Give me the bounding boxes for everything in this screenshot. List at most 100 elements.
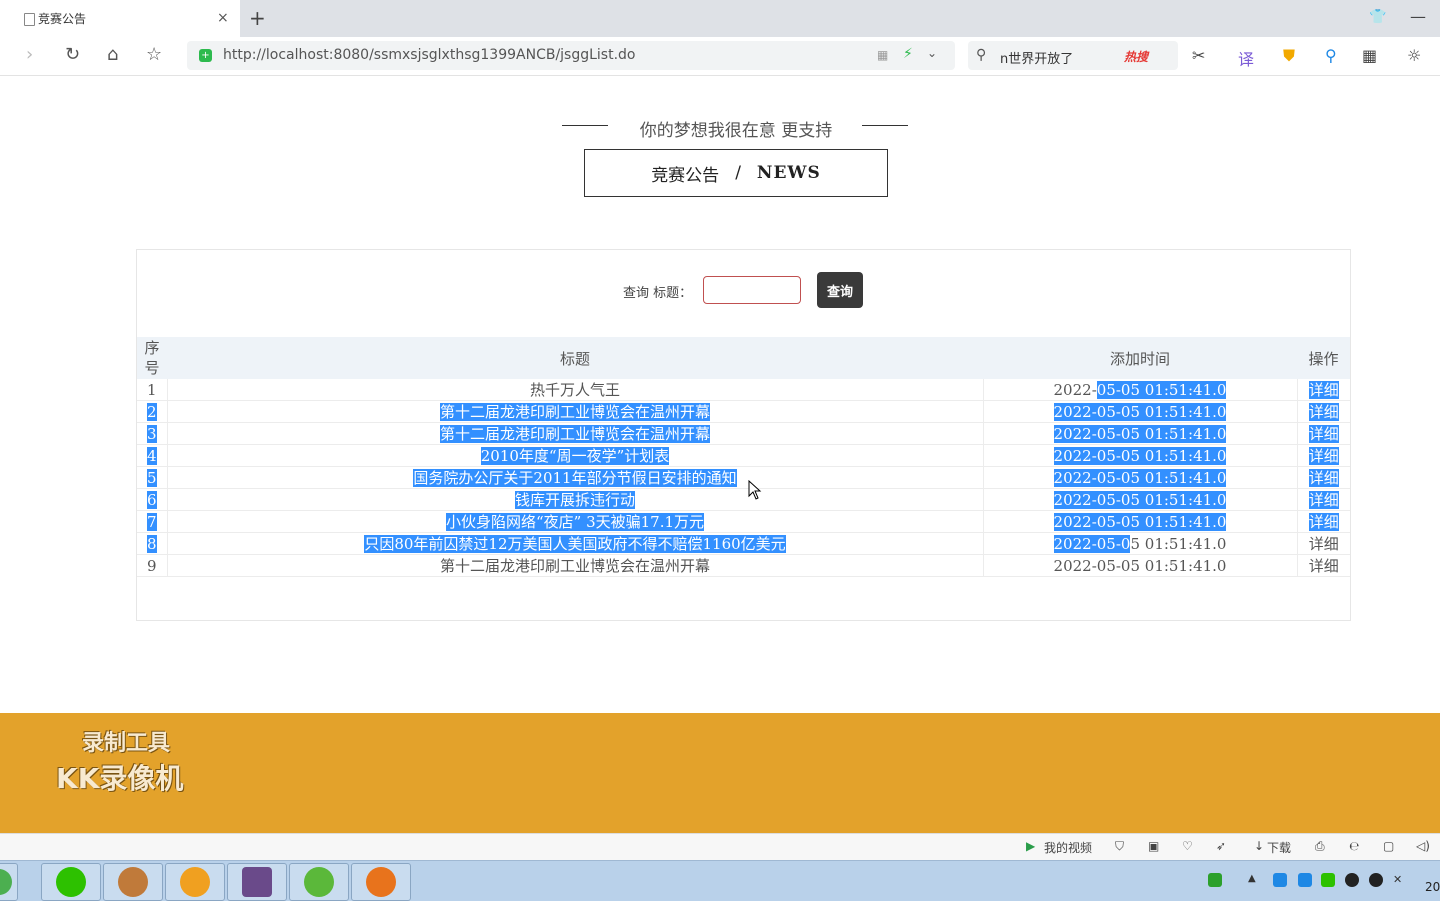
hot-search-badge[interactable]: 热搜 bbox=[1124, 48, 1148, 65]
wechat-icon bbox=[56, 867, 86, 897]
scissors-icon[interactable]: ✂ bbox=[1192, 46, 1205, 65]
row-op[interactable]: 详细 bbox=[1297, 444, 1350, 467]
row-op[interactable]: 详细 bbox=[1297, 466, 1350, 489]
download-link[interactable]: 下载 bbox=[1267, 839, 1291, 856]
row-title-text[interactable]: 国务院办公厅关于2011年部分节假日安排的通知 bbox=[413, 469, 737, 487]
translate-icon[interactable]: 译 bbox=[1238, 46, 1254, 70]
row-no-text: 5 bbox=[146, 468, 157, 487]
video-icon[interactable]: ▶ bbox=[1026, 839, 1035, 853]
row-title[interactable]: 只因80年前囚禁过12万美国人美国政府不得不赔偿1160亿美元 bbox=[167, 532, 984, 555]
start-button[interactable] bbox=[0, 863, 18, 901]
row-no-text: 7 bbox=[146, 512, 157, 531]
row-title-text[interactable]: 钱库开展拆违行动 bbox=[514, 491, 635, 509]
window-icon[interactable]: ▢ bbox=[1383, 839, 1394, 853]
row-op[interactable]: 详细 bbox=[1297, 422, 1350, 445]
download-icon[interactable]: ↓ bbox=[1254, 839, 1264, 853]
header-title: 标题 bbox=[167, 337, 983, 379]
taskbar-wechat[interactable] bbox=[41, 863, 101, 901]
query-label: 查询 标题： bbox=[623, 286, 693, 301]
sogou-tray-icon[interactable] bbox=[1208, 873, 1222, 887]
row-no: 7 bbox=[137, 510, 168, 533]
tray-expand-icon[interactable]: ▲ bbox=[1248, 873, 1262, 887]
taskbar-browser[interactable] bbox=[289, 863, 349, 901]
new-tab-button[interactable]: + bbox=[249, 6, 266, 30]
image-icon[interactable]: ▣ bbox=[1148, 839, 1159, 853]
brightness-icon[interactable]: ☼ bbox=[1407, 46, 1421, 65]
volume-muted-icon[interactable]: ✕ bbox=[1393, 873, 1407, 887]
row-title[interactable]: 第十二届龙港印刷工业博览会在温州开幕 bbox=[167, 400, 984, 423]
home-icon[interactable]: ⌂ bbox=[107, 44, 118, 65]
row-title-text[interactable]: 2010年度“周一夜学”计划表 bbox=[480, 447, 670, 465]
detail-link[interactable]: 详细 bbox=[1308, 447, 1339, 465]
row-op[interactable]: 详细 bbox=[1297, 400, 1350, 423]
row-op[interactable]: 详细 bbox=[1297, 379, 1350, 401]
browser-status-bar: ▶ 我的视频 ⛉ ▣ ♡ ➶ ↓ 下载 ⎙ ℮ ▢ ◁) bbox=[0, 833, 1440, 861]
active-tab[interactable]: 竞赛公告 × bbox=[0, 0, 240, 37]
rocket-icon[interactable]: ➶ bbox=[1216, 839, 1226, 853]
detail-link[interactable]: 详细 bbox=[1309, 557, 1339, 575]
row-no-text: 2 bbox=[146, 402, 157, 421]
row-op[interactable]: 详细 bbox=[1297, 510, 1350, 533]
bookmark-star-icon[interactable]: ☆ bbox=[146, 44, 162, 65]
row-title-text[interactable]: 第十二届龙港印刷工业博览会在温州开幕 bbox=[439, 425, 710, 443]
row-time-part: 2022- bbox=[1053, 380, 1097, 399]
row-title[interactable]: 国务院办公厅关于2011年部分节假日安排的通知 bbox=[167, 466, 984, 489]
close-tab-icon[interactable]: × bbox=[217, 10, 229, 26]
row-title-text[interactable]: 只因80年前囚禁过12万美国人美国政府不得不赔偿1160亿美元 bbox=[364, 535, 786, 553]
volume-icon[interactable]: ◁) bbox=[1416, 839, 1430, 853]
detail-link[interactable]: 详细 bbox=[1308, 513, 1339, 531]
forward-icon[interactable]: › bbox=[26, 44, 33, 65]
table-row: 2 第十二届龙港印刷工业博览会在温州开幕 2022-05-05 01:51:41… bbox=[137, 400, 1350, 423]
my-video-link[interactable]: 我的视频 bbox=[1044, 839, 1092, 856]
ie-icon[interactable]: ℮ bbox=[1349, 839, 1359, 853]
search-text[interactable]: n世界开放了 bbox=[1000, 48, 1073, 67]
table-row: 3 第十二届龙港印刷工业博览会在温州开幕 2022-05-05 01:51:41… bbox=[137, 422, 1350, 445]
row-no: 5 bbox=[137, 466, 168, 489]
detail-link[interactable]: 详细 bbox=[1308, 425, 1339, 443]
row-op[interactable]: 详细 bbox=[1297, 554, 1350, 577]
printer-icon[interactable]: ⎙ bbox=[1315, 839, 1325, 854]
row-title[interactable]: 2010年度“周一夜学”计划表 bbox=[167, 444, 984, 467]
detail-link[interactable]: 详细 bbox=[1308, 491, 1339, 509]
row-op[interactable]: 详细 bbox=[1297, 488, 1350, 511]
magnifier-extension-icon[interactable]: ⚲ bbox=[1325, 46, 1337, 65]
row-title[interactable]: 钱库开展拆违行动 bbox=[167, 488, 984, 511]
url-text[interactable]: http://localhost:8080/ssmxsjsglxthsg1399… bbox=[223, 47, 636, 63]
apps-grid-icon[interactable]: ▦ bbox=[1362, 46, 1377, 65]
row-title-text[interactable]: 热千万人气王 bbox=[530, 381, 620, 399]
detail-link[interactable]: 详细 bbox=[1308, 381, 1339, 399]
tray-app-icon[interactable] bbox=[1298, 873, 1312, 887]
row-title[interactable]: 小伙身陷网络“夜店” 3天被骗17.1万元 bbox=[167, 510, 984, 533]
row-title[interactable]: 热千万人气王 bbox=[167, 379, 984, 401]
row-title-text[interactable]: 第十二届龙港印刷工业博览会在温州开幕 bbox=[439, 403, 710, 421]
taskbar-javaee-ide[interactable] bbox=[227, 863, 287, 901]
taskbar-search-app[interactable] bbox=[165, 863, 225, 901]
heart-icon[interactable]: ♡ bbox=[1182, 839, 1193, 853]
detail-link[interactable]: 详细 bbox=[1308, 469, 1339, 487]
qr-code-icon[interactable]: ▦ bbox=[877, 48, 888, 62]
lightning-icon[interactable]: ⚡ bbox=[903, 46, 913, 62]
row-title[interactable]: 第十二届龙港印刷工业博览会在温州开幕 bbox=[167, 422, 984, 445]
search-box[interactable]: ⚲ n世界开放了 热搜 bbox=[968, 41, 1178, 70]
taskbar-avatar-app[interactable] bbox=[103, 863, 163, 901]
row-op[interactable]: 详细 bbox=[1297, 532, 1350, 555]
row-title-text[interactable]: 第十二届龙港印刷工业博览会在温州开幕 bbox=[440, 557, 710, 575]
shield-extension-icon[interactable]: ⛊ bbox=[1283, 46, 1295, 66]
row-title-text[interactable]: 小伙身陷网络“夜店” 3天被骗17.1万元 bbox=[445, 513, 705, 531]
query-button[interactable]: 查询 bbox=[817, 272, 863, 308]
shield-icon[interactable]: ⛉ bbox=[1115, 839, 1124, 854]
wechat-tray-icon[interactable] bbox=[1321, 873, 1335, 887]
tray-app-icon[interactable] bbox=[1273, 873, 1287, 887]
detail-link[interactable]: 详细 bbox=[1309, 535, 1339, 553]
reload-icon[interactable]: ↻ bbox=[65, 44, 80, 65]
chevron-down-icon[interactable]: ⌄ bbox=[927, 46, 937, 60]
tshirt-icon[interactable]: 👕 bbox=[1369, 9, 1386, 25]
taskbar-recorder[interactable] bbox=[351, 863, 411, 901]
detail-link[interactable]: 详细 bbox=[1308, 403, 1339, 421]
qq-tray-icon[interactable] bbox=[1369, 873, 1383, 887]
title-search-input[interactable] bbox=[703, 276, 801, 304]
row-title[interactable]: 第十二届龙港印刷工业博览会在温州开幕 bbox=[167, 554, 984, 577]
qq-tray-icon[interactable] bbox=[1345, 873, 1359, 887]
address-bar[interactable]: + http://localhost:8080/ssmxsjsglxthsg13… bbox=[187, 41, 955, 70]
minimize-icon[interactable]: — bbox=[1410, 7, 1426, 26]
